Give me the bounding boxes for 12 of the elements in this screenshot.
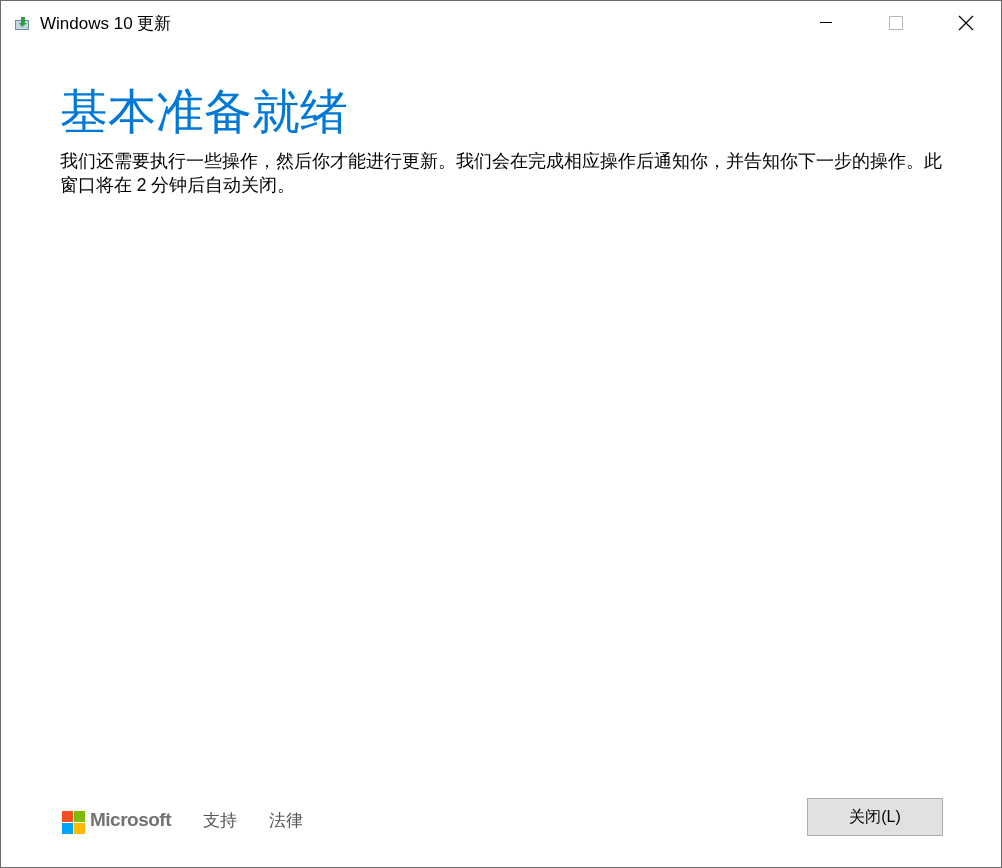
close-dialog-button[interactable]: 关闭(L) bbox=[807, 798, 943, 836]
window-title: Windows 10 更新 bbox=[40, 12, 173, 35]
microsoft-logo-icon bbox=[62, 811, 85, 834]
app-icon bbox=[14, 15, 32, 31]
brand-name: Microsoft bbox=[90, 809, 171, 831]
footer-link[interactable]: 支持 bbox=[203, 809, 237, 832]
heading: 基本准备就绪 bbox=[60, 84, 349, 140]
minimize-icon[interactable] bbox=[820, 22, 832, 24]
close-icon[interactable] bbox=[958, 15, 974, 31]
maximize-icon[interactable] bbox=[889, 16, 903, 30]
message-text: 我们还需要执行一些操作，然后你才能进行更新。我们会在完成相应操作后通知你，并告知你下一步的操作。此窗口将在 2 分钟后自动关闭。 bbox=[60, 150, 943, 197]
footer-link[interactable]: 法律 bbox=[269, 809, 303, 832]
